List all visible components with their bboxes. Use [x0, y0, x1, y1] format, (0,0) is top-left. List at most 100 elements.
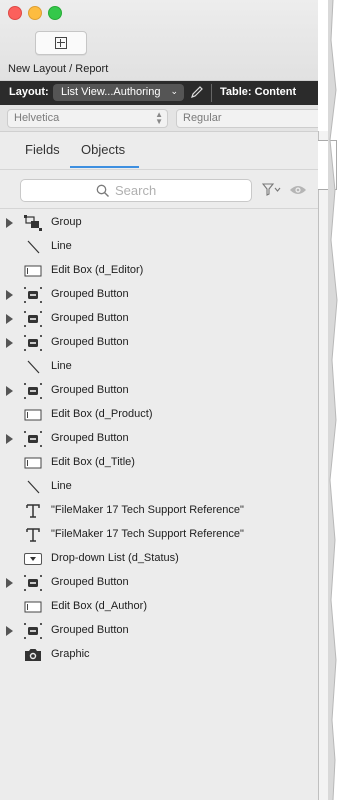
eye-icon[interactable]: [289, 183, 307, 197]
grouped-button-icon: [24, 623, 42, 639]
new-layout-icon: [55, 37, 67, 49]
grouped-button-icon: [24, 431, 42, 447]
new-layout-label: New Layout / Report: [8, 63, 109, 75]
search-row: [0, 171, 318, 209]
object-label: "FileMaker 17 Tech Support Reference": [51, 528, 244, 540]
object-row-editbox[interactable]: Edit Box (d_Product): [0, 403, 318, 427]
object-label: Edit Box (d_Product): [51, 408, 153, 420]
tabs-divider: [0, 169, 318, 170]
object-row-editbox[interactable]: Edit Box (d_Editor): [0, 259, 318, 283]
grouped-button-icon: [24, 287, 42, 303]
object-row-grouped-button[interactable]: Grouped Button: [0, 331, 318, 355]
disclosure-triangle-icon[interactable]: [6, 386, 13, 396]
line-icon: [24, 239, 42, 255]
object-row-grouped-button[interactable]: Grouped Button: [0, 379, 318, 403]
disclosure-triangle-icon[interactable]: [6, 338, 13, 348]
layout-objects-panel: New Layout / Report Layout: List View...…: [0, 0, 335, 800]
object-row-grouped-button[interactable]: Grouped Button: [0, 283, 318, 307]
object-label: Drop-down List (d_Status): [51, 552, 179, 564]
object-label: Line: [51, 240, 72, 252]
font-family-popup[interactable]: Helvetica ▲ ▼: [7, 109, 168, 128]
grouped-button-icon: [24, 335, 42, 351]
disclosure-triangle-icon[interactable]: [6, 434, 13, 444]
object-row-graphic[interactable]: Graphic: [0, 643, 318, 667]
grouped-button-icon: [24, 383, 42, 399]
layout-bar: Layout: List View...Authoring ⌄ Table: C…: [0, 81, 318, 105]
disclosure-triangle-icon[interactable]: [6, 290, 13, 300]
editbox-icon: [24, 263, 42, 279]
filter-icon[interactable]: [262, 183, 282, 197]
torn-edge: [328, 0, 338, 800]
tab-fields[interactable]: Fields: [25, 142, 60, 157]
layout-select-value: List View...Authoring: [61, 86, 161, 98]
object-row-grouped-button[interactable]: Grouped Button: [0, 619, 318, 643]
object-label: Grouped Button: [51, 384, 129, 396]
editbox-icon: [24, 455, 42, 471]
object-label: Graphic: [51, 648, 90, 660]
chevron-down-icon: ⌄: [170, 86, 178, 96]
object-row-editbox[interactable]: Edit Box (d_Title): [0, 451, 318, 475]
object-label: Edit Box (d_Author): [51, 600, 147, 612]
object-label: Line: [51, 480, 72, 492]
font-style-value: Regular: [183, 112, 222, 124]
search-input[interactable]: [115, 182, 235, 198]
search-icon: [96, 184, 109, 197]
graphic-icon: [24, 647, 42, 663]
text-icon: [24, 503, 42, 519]
object-label: Edit Box (d_Editor): [51, 264, 144, 276]
object-label: Edit Box (d_Title): [51, 456, 135, 468]
active-tab-indicator: [70, 166, 139, 168]
new-layout-button[interactable]: [35, 31, 87, 55]
search-divider: [0, 208, 318, 209]
title-bar: New Layout / Report: [0, 0, 318, 81]
disclosure-triangle-icon[interactable]: [6, 578, 13, 588]
line-icon: [24, 479, 42, 495]
object-row-line[interactable]: Line: [0, 475, 318, 499]
object-label: Grouped Button: [51, 312, 129, 324]
editbox-icon: [24, 599, 42, 615]
table-label: Table: Content: [220, 86, 297, 98]
disclosure-triangle-icon[interactable]: [6, 218, 13, 228]
panel-tabs: Fields Objects: [0, 132, 318, 170]
grouped-button-icon: [24, 311, 42, 327]
object-row-text[interactable]: "FileMaker 17 Tech Support Reference": [0, 523, 318, 547]
zoom-window-button[interactable]: [48, 6, 62, 20]
search-box[interactable]: [20, 179, 252, 202]
object-label: Group: [51, 216, 82, 228]
object-row-text[interactable]: "FileMaker 17 Tech Support Reference": [0, 499, 318, 523]
object-row-group[interactable]: Group: [0, 211, 318, 235]
updown-arrows-icon: ▲▼: [155, 110, 163, 126]
object-label: Grouped Button: [51, 288, 129, 300]
object-label: Grouped Button: [51, 432, 129, 444]
object-row-grouped-button[interactable]: Grouped Button: [0, 571, 318, 595]
group-icon: [24, 215, 42, 231]
object-label: Line: [51, 360, 72, 372]
disclosure-triangle-icon[interactable]: [6, 314, 13, 324]
object-row-grouped-button[interactable]: Grouped Button: [0, 427, 318, 451]
disclosure-triangle-icon[interactable]: [6, 626, 13, 636]
font-style-popup[interactable]: Regular ▲▼: [176, 109, 335, 128]
layout-label: Layout:: [9, 86, 49, 98]
object-label: Grouped Button: [51, 336, 129, 348]
object-row-editbox[interactable]: Edit Box (d_Author): [0, 595, 318, 619]
object-row-line[interactable]: Line: [0, 355, 318, 379]
text-icon: [24, 527, 42, 543]
pencil-icon[interactable]: [190, 85, 204, 99]
tab-objects[interactable]: Objects: [81, 142, 125, 157]
object-row-dropdown[interactable]: Drop-down List (d_Status): [0, 547, 318, 571]
object-row-grouped-button[interactable]: Grouped Button: [0, 307, 318, 331]
font-bar: Helvetica ▲▼ Regular ▲▼: [0, 105, 335, 132]
close-window-button[interactable]: [8, 6, 22, 20]
editbox-icon: [24, 407, 42, 423]
object-label: Grouped Button: [51, 576, 129, 588]
grouped-button-icon: [24, 575, 42, 591]
object-label: "FileMaker 17 Tech Support Reference": [51, 504, 244, 516]
layout-select[interactable]: List View...Authoring ⌄: [53, 84, 184, 101]
line-icon: [24, 359, 42, 375]
dropdown-icon: [24, 551, 42, 567]
object-row-line[interactable]: Line: [0, 235, 318, 259]
minimize-window-button[interactable]: [28, 6, 42, 20]
font-family-value: Helvetica: [14, 112, 60, 124]
layout-bar-divider: [211, 84, 212, 102]
object-label: Grouped Button: [51, 624, 129, 636]
